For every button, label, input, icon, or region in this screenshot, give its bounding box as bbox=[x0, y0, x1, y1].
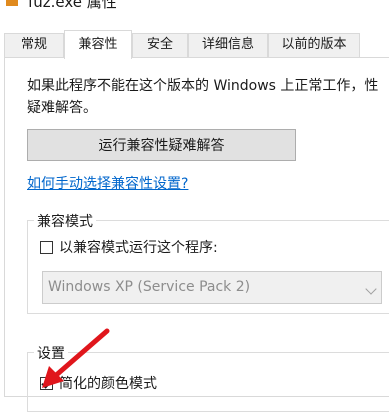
program-icon bbox=[6, 0, 18, 6]
tab-general[interactable]: 常规 bbox=[4, 33, 64, 57]
intro-text: 如果此程序不能在这个版本的 Windows 上正常工作，性疑难解答。 bbox=[27, 78, 379, 116]
tab-details[interactable]: 详细信息 bbox=[188, 33, 268, 57]
tab-strip: 常规 兼容性 安全 详细信息 以前的版本 bbox=[0, 30, 389, 59]
tab-previous-versions[interactable]: 以前的版本 bbox=[268, 33, 360, 57]
os-version-select: Windows XP (Service Pack 2) bbox=[42, 271, 382, 304]
window-title: fuz.exe 属性 bbox=[28, 0, 117, 11]
tab-compatibility[interactable]: 兼容性 bbox=[64, 30, 132, 59]
tab-security[interactable]: 安全 bbox=[132, 33, 188, 57]
settings-legend: 设置 bbox=[34, 343, 68, 363]
title-bar: fuz.exe 属性 bbox=[0, 0, 389, 30]
run-troubleshooter-button[interactable]: 运行兼容性疑难解答 bbox=[27, 129, 296, 161]
compat-mode-legend: 兼容模式 bbox=[34, 211, 96, 231]
compat-mode-checkbox-label[interactable]: 以兼容模式运行这个程序: bbox=[59, 237, 218, 257]
compat-mode-checkbox-row[interactable]: 以兼容模式运行这个程序: bbox=[40, 237, 218, 257]
reduced-color-checkbox-label[interactable]: 简化的颜色模式 bbox=[59, 373, 157, 393]
settings-group: 设置 简化的颜色模式 bbox=[27, 343, 389, 412]
compat-mode-checkbox[interactable] bbox=[40, 240, 53, 254]
manual-compat-settings-link[interactable]: 如何手动选择兼容性设置? bbox=[27, 173, 188, 193]
compat-mode-group: 兼容模式 以兼容模式运行这个程序: Windows XP (Service Pa… bbox=[27, 211, 389, 314]
os-version-select-value: Windows XP (Service Pack 2) bbox=[48, 279, 251, 295]
reduced-color-checkbox[interactable] bbox=[40, 376, 53, 390]
chevron-down-icon bbox=[365, 283, 377, 295]
reduced-color-checkbox-row[interactable]: 简化的颜色模式 bbox=[40, 373, 157, 393]
